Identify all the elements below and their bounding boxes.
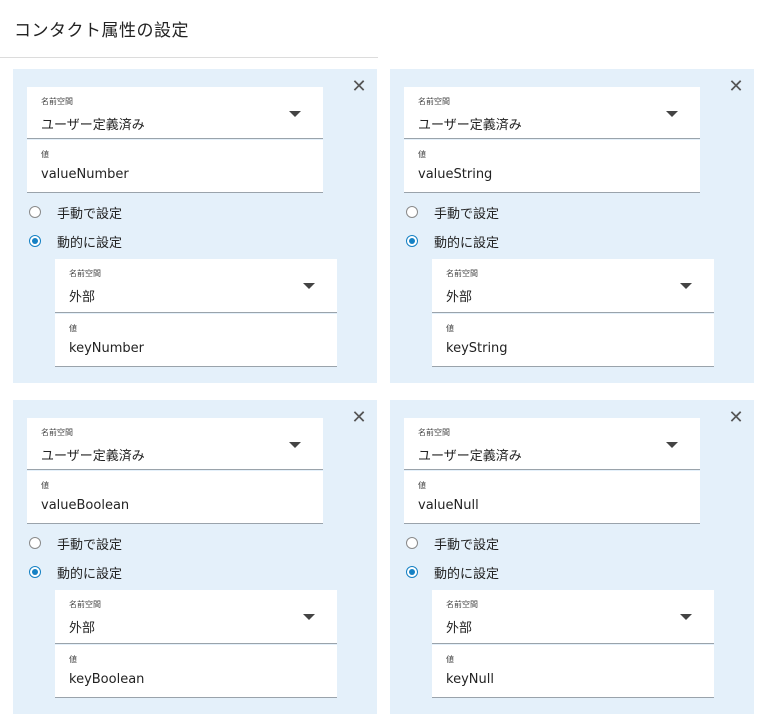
sub-namespace-select[interactable]: 名前空間 外部 bbox=[432, 259, 714, 313]
value-label: 値 bbox=[41, 150, 49, 159]
namespace-select[interactable]: 名前空間 ユーザー定義済み bbox=[27, 87, 323, 139]
radio-manual[interactable]: 手動で設定 bbox=[406, 202, 499, 222]
radio-dynamic[interactable]: 動的に設定 bbox=[406, 562, 499, 582]
page-title: コンタクト属性の設定 bbox=[14, 21, 189, 41]
radio-manual-icon bbox=[29, 537, 41, 549]
sub-value-field[interactable]: 値 keyNumber bbox=[55, 314, 337, 367]
namespace-label: 名前空間 bbox=[418, 428, 450, 437]
radio-dynamic-icon bbox=[29, 566, 41, 578]
value-label: 値 bbox=[41, 481, 49, 490]
title-divider bbox=[0, 57, 378, 58]
namespace-select[interactable]: 名前空間 ユーザー定義済み bbox=[404, 87, 700, 139]
chevron-down-icon bbox=[680, 614, 692, 620]
radio-manual-label: 手動で設定 bbox=[434, 537, 500, 553]
close-icon[interactable]: ✕ bbox=[726, 77, 746, 97]
sub-value-label: 値 bbox=[69, 655, 77, 664]
radio-dynamic-icon bbox=[406, 235, 418, 247]
sub-namespace-select[interactable]: 名前空間 外部 bbox=[432, 590, 714, 644]
radio-dynamic-label: 動的に設定 bbox=[57, 566, 123, 582]
radio-dynamic[interactable]: 動的に設定 bbox=[29, 231, 122, 251]
sub-value-field[interactable]: 値 keyNull bbox=[432, 645, 714, 698]
radio-dynamic-label: 動的に設定 bbox=[434, 566, 500, 582]
namespace-select[interactable]: 名前空間 ユーザー定義済み bbox=[27, 418, 323, 470]
attribute-card-2: ✕ 名前空間 ユーザー定義済み 値 valueString 手動で設定 動的に設… bbox=[390, 69, 754, 383]
value-field[interactable]: 値 valueNumber bbox=[27, 140, 323, 193]
sub-namespace-value: 外部 bbox=[446, 290, 473, 305]
value-field[interactable]: 値 valueBoolean bbox=[27, 471, 323, 524]
radio-dynamic[interactable]: 動的に設定 bbox=[406, 231, 499, 251]
sub-namespace-value: 外部 bbox=[69, 290, 96, 305]
close-icon[interactable]: ✕ bbox=[726, 408, 746, 428]
radio-dynamic[interactable]: 動的に設定 bbox=[29, 562, 122, 582]
namespace-value: ユーザー定義済み bbox=[418, 118, 522, 133]
radio-manual[interactable]: 手動で設定 bbox=[29, 533, 122, 553]
value-text: valueNull bbox=[418, 498, 479, 513]
sub-value-field[interactable]: 値 keyString bbox=[432, 314, 714, 367]
value-field[interactable]: 値 valueNull bbox=[404, 471, 700, 524]
sub-value-text: keyNumber bbox=[69, 341, 144, 356]
radio-manual-icon bbox=[406, 537, 418, 549]
attribute-card-3: ✕ 名前空間 ユーザー定義済み 値 valueBoolean 手動で設定 動的に… bbox=[13, 400, 377, 714]
sub-value-text: keyString bbox=[446, 341, 508, 356]
radio-manual-label: 手動で設定 bbox=[57, 206, 123, 222]
sub-namespace-value: 外部 bbox=[446, 621, 473, 636]
radio-manual-label: 手動で設定 bbox=[57, 537, 123, 553]
chevron-down-icon bbox=[289, 111, 301, 117]
sub-value-text: keyNull bbox=[446, 672, 494, 687]
value-label: 値 bbox=[418, 481, 426, 490]
chevron-down-icon bbox=[303, 283, 315, 289]
namespace-label: 名前空間 bbox=[41, 428, 73, 437]
sub-value-label: 値 bbox=[446, 324, 454, 333]
namespace-value: ユーザー定義済み bbox=[41, 449, 145, 464]
sub-namespace-select[interactable]: 名前空間 外部 bbox=[55, 259, 337, 313]
radio-manual-icon bbox=[29, 206, 41, 218]
value-label: 値 bbox=[418, 150, 426, 159]
close-icon[interactable]: ✕ bbox=[349, 408, 369, 428]
namespace-select[interactable]: 名前空間 ユーザー定義済み bbox=[404, 418, 700, 470]
sub-value-label: 値 bbox=[446, 655, 454, 664]
attribute-card-4: ✕ 名前空間 ユーザー定義済み 値 valueNull 手動で設定 動的に設定 … bbox=[390, 400, 754, 714]
radio-manual[interactable]: 手動で設定 bbox=[29, 202, 122, 222]
radio-dynamic-label: 動的に設定 bbox=[434, 235, 500, 251]
chevron-down-icon bbox=[303, 614, 315, 620]
radio-dynamic-icon bbox=[29, 235, 41, 247]
namespace-label: 名前空間 bbox=[418, 97, 450, 106]
value-text: valueString bbox=[418, 167, 493, 182]
value-text: valueBoolean bbox=[41, 498, 130, 513]
sub-value-text: keyBoolean bbox=[69, 672, 145, 687]
radio-manual-icon bbox=[406, 206, 418, 218]
sub-namespace-label: 名前空間 bbox=[69, 600, 101, 609]
chevron-down-icon bbox=[680, 283, 692, 289]
sub-namespace-label: 名前空間 bbox=[446, 600, 478, 609]
sub-namespace-label: 名前空間 bbox=[446, 269, 478, 278]
namespace-value: ユーザー定義済み bbox=[418, 449, 522, 464]
sub-namespace-label: 名前空間 bbox=[69, 269, 101, 278]
sub-value-label: 値 bbox=[69, 324, 77, 333]
sub-value-field[interactable]: 値 keyBoolean bbox=[55, 645, 337, 698]
radio-dynamic-icon bbox=[406, 566, 418, 578]
value-text: valueNumber bbox=[41, 167, 129, 182]
chevron-down-icon bbox=[289, 442, 301, 448]
chevron-down-icon bbox=[666, 442, 678, 448]
close-icon[interactable]: ✕ bbox=[349, 77, 369, 97]
radio-manual-label: 手動で設定 bbox=[434, 206, 500, 222]
chevron-down-icon bbox=[666, 111, 678, 117]
value-field[interactable]: 値 valueString bbox=[404, 140, 700, 193]
sub-namespace-select[interactable]: 名前空間 外部 bbox=[55, 590, 337, 644]
radio-dynamic-label: 動的に設定 bbox=[57, 235, 123, 251]
sub-namespace-value: 外部 bbox=[69, 621, 96, 636]
namespace-value: ユーザー定義済み bbox=[41, 118, 145, 133]
radio-manual[interactable]: 手動で設定 bbox=[406, 533, 499, 553]
namespace-label: 名前空間 bbox=[41, 97, 73, 106]
attribute-card-1: ✕ 名前空間 ユーザー定義済み 値 valueNumber 手動で設定 動的に設… bbox=[13, 69, 377, 383]
